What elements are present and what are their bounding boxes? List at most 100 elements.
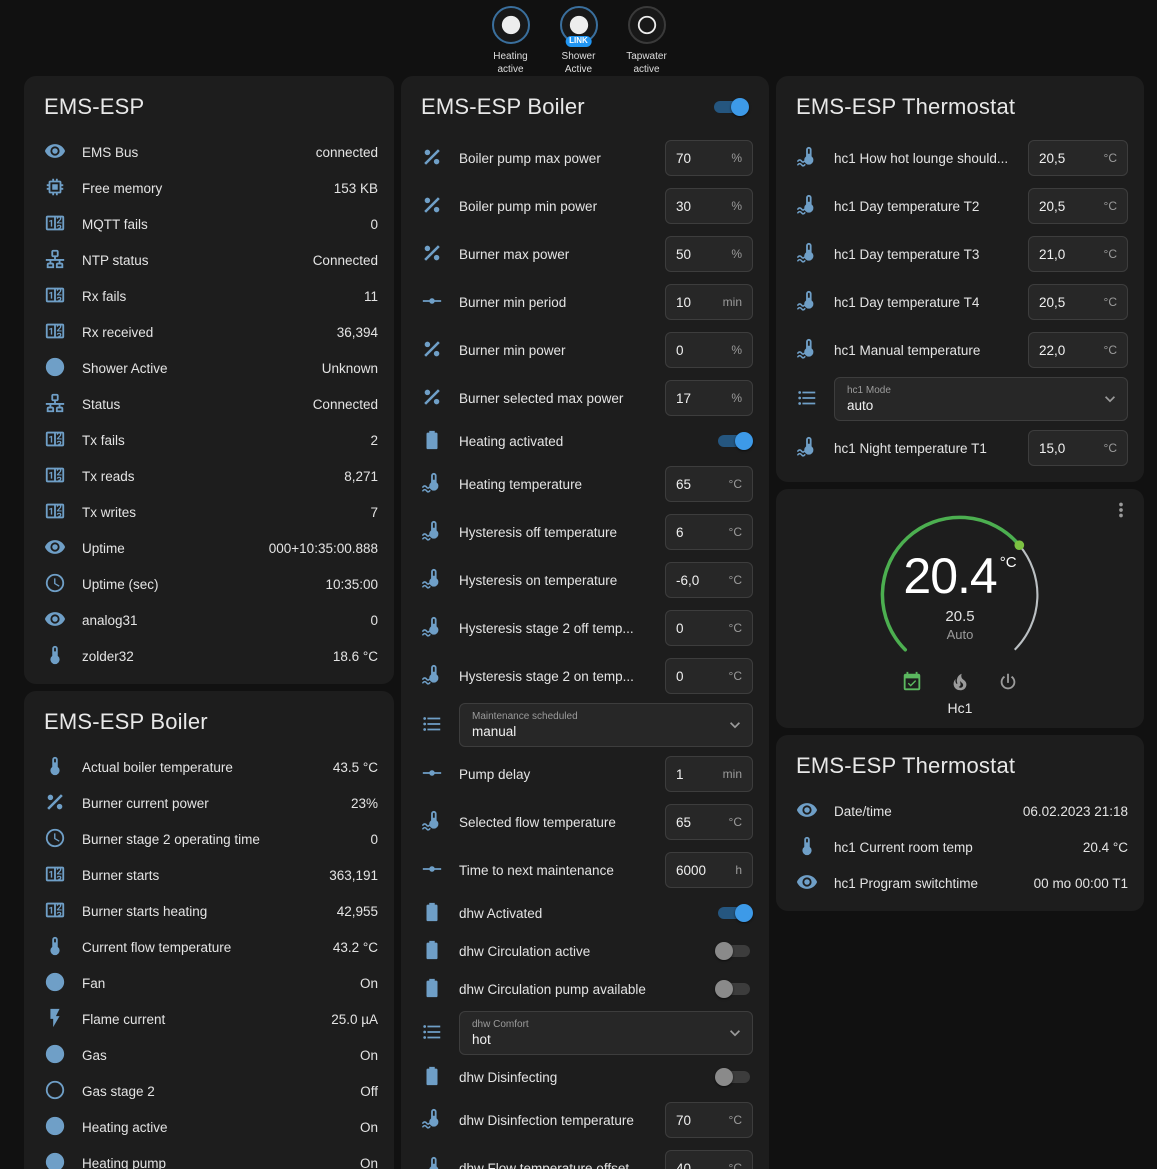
- number-value: 30: [676, 199, 691, 214]
- number-input[interactable]: 21,0°C: [1028, 236, 1128, 272]
- entity-label: Burner stage 2 operating time: [82, 832, 360, 847]
- select-label: Maintenance scheduled: [472, 711, 722, 722]
- toggle-switch[interactable]: [715, 431, 753, 451]
- select-input[interactable]: hc1 Modeauto: [834, 377, 1128, 421]
- entity-row: Burner max power50%: [417, 230, 753, 278]
- select-input[interactable]: dhw Comforthot: [459, 1011, 753, 1055]
- ray-icon: [421, 762, 445, 786]
- number-input[interactable]: 10min: [665, 284, 753, 320]
- entity-label: hc1 Current room temp: [834, 840, 1073, 855]
- toggle-knob: [715, 1068, 733, 1086]
- eye-icon: [44, 536, 68, 560]
- number-input[interactable]: 0%: [665, 332, 753, 368]
- number-input[interactable]: 20,5°C: [1028, 140, 1128, 176]
- chevron-down-icon: [725, 715, 745, 735]
- entity-label: Burner starts heating: [82, 904, 327, 919]
- entity-row: hc1 Manual temperature22,0°C: [792, 326, 1128, 374]
- middle-column: EMS-ESP Boiler Boiler pump max power70%B…: [401, 76, 769, 1169]
- entity-value: 8,271: [344, 469, 378, 484]
- entity-label: NTP status: [82, 253, 303, 268]
- number-input[interactable]: 20,5°C: [1028, 284, 1128, 320]
- number-unit: %: [731, 199, 742, 213]
- number-unit: %: [731, 247, 742, 261]
- card-ems-esp-boiler-controls: EMS-ESP Boiler Boiler pump max power70%B…: [401, 76, 769, 1169]
- entity-value: Connected: [313, 397, 378, 412]
- boiler-master-toggle[interactable]: [711, 97, 749, 117]
- number-value: 20,5: [1039, 295, 1065, 310]
- entity-row: Heating pumpOn: [40, 1145, 378, 1169]
- entity-value: 363,191: [329, 868, 378, 883]
- entity-label: Shower Active: [82, 361, 312, 376]
- toggle-switch[interactable]: [715, 979, 753, 999]
- entity-value: 000+10:35:00.888: [269, 541, 378, 556]
- number-input[interactable]: 65°C: [665, 466, 753, 502]
- circle-outline-icon: [44, 1079, 68, 1103]
- thermo-water-icon: [796, 242, 820, 266]
- number-value: 20,5: [1039, 151, 1065, 166]
- entity-row: Tx reads8,271: [40, 458, 378, 494]
- thermo-water-icon: [796, 194, 820, 218]
- entity-label: Time to next maintenance: [459, 863, 655, 878]
- toggle-knob: [715, 980, 733, 998]
- number-unit: °C: [729, 621, 742, 635]
- entity-label: Heating temperature: [459, 477, 655, 492]
- counter-icon: [44, 428, 68, 452]
- entity-value: 36,394: [337, 325, 378, 340]
- number-input[interactable]: 6°C: [665, 514, 753, 550]
- number-input[interactable]: 1min: [665, 756, 753, 792]
- list-icon: [421, 713, 445, 737]
- number-input[interactable]: 15,0°C: [1028, 430, 1128, 466]
- entity-label: Heating active: [82, 1120, 350, 1135]
- number-input[interactable]: 30%: [665, 188, 753, 224]
- entity-value: On: [360, 1120, 378, 1135]
- number-unit: °C: [729, 1161, 742, 1169]
- glance-badge[interactable]: Tapwater active: [619, 6, 675, 76]
- entity-label: Heating pump: [82, 1156, 350, 1169]
- number-input[interactable]: 40°C: [665, 1150, 753, 1169]
- number-unit: %: [731, 151, 742, 165]
- ray-icon: [421, 290, 445, 314]
- clock-icon: [44, 827, 68, 851]
- number-unit: min: [723, 295, 742, 309]
- number-input[interactable]: 70%: [665, 140, 753, 176]
- card-title: EMS-ESP Boiler: [421, 94, 585, 120]
- number-unit: °C: [729, 669, 742, 683]
- percent-icon: [421, 146, 445, 170]
- battery-icon: [421, 1065, 445, 1089]
- number-input[interactable]: 6000h: [665, 852, 753, 888]
- entity-row: StatusConnected: [40, 386, 378, 422]
- toggle-switch[interactable]: [715, 903, 753, 923]
- toggle-switch[interactable]: [715, 1067, 753, 1087]
- thermo-water-icon: [421, 664, 445, 688]
- entity-row: Maintenance scheduled manual: [417, 700, 753, 750]
- entity-label: Selected flow temperature: [459, 815, 655, 830]
- number-input[interactable]: 0°C: [665, 658, 753, 694]
- glance-badge[interactable]: Heating active: [483, 6, 539, 76]
- entity-value: 00 mo 00:00 T1: [1034, 876, 1128, 891]
- number-input[interactable]: 50%: [665, 236, 753, 272]
- counter-icon: [44, 212, 68, 236]
- number-input[interactable]: 70°C: [665, 1102, 753, 1138]
- entity-row: dhw Comforthot: [417, 1008, 753, 1058]
- number-input[interactable]: 0°C: [665, 610, 753, 646]
- number-input[interactable]: 17%: [665, 380, 753, 416]
- select-input[interactable]: Maintenance scheduled manual: [459, 703, 753, 747]
- entity-row: Flame current25.0 µA: [40, 1001, 378, 1037]
- hvac-mode-label: Auto: [947, 627, 974, 642]
- number-input[interactable]: 65°C: [665, 804, 753, 840]
- glance-badge[interactable]: LINKShower Active: [551, 6, 607, 76]
- number-input[interactable]: -6,0°C: [665, 562, 753, 598]
- percent-icon: [421, 338, 445, 362]
- thermostat-dial[interactable]: 20.4 °C 20.5 Auto: [872, 507, 1048, 683]
- number-input[interactable]: 20,5°C: [1028, 188, 1128, 224]
- dial-readout: 20.4 °C 20.5 Auto: [872, 507, 1048, 683]
- more-menu-icon[interactable]: [1110, 499, 1134, 523]
- entity-label: Gas: [82, 1048, 350, 1063]
- entity-value: 20.4 °C: [1083, 840, 1128, 855]
- entity-label: hc1 Day temperature T3: [834, 247, 1018, 262]
- select-value: manual: [472, 724, 722, 739]
- entity-value: On: [360, 1048, 378, 1063]
- entity-row: Heating active On: [40, 1109, 378, 1145]
- toggle-switch[interactable]: [715, 941, 753, 961]
- number-input[interactable]: 22,0°C: [1028, 332, 1128, 368]
